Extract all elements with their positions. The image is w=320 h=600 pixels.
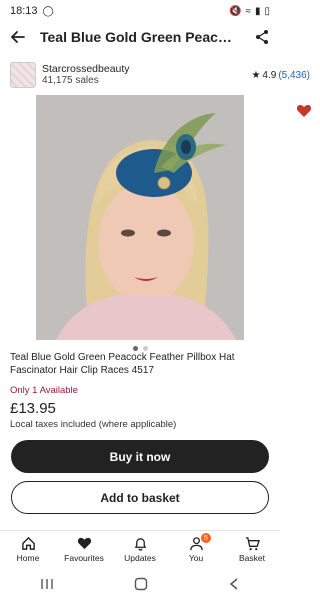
rating-value: 4.9 (262, 69, 277, 81)
image-dot[interactable] (132, 346, 138, 351)
product-title: Teal Blue Gold Green Peacock Feather Pil… (10, 352, 235, 376)
shop-name[interactable]: Starcrossedbeauty (42, 63, 130, 76)
availability-text: Only 1 Available (10, 385, 78, 396)
system-nav-bar (0, 568, 280, 600)
nav-home[interactable]: Home (0, 531, 56, 568)
system-back-icon[interactable] (228, 577, 240, 591)
buy-now-button[interactable]: Buy it now (11, 440, 269, 473)
status-bar: 18:13 ◯ 🔇 ≈ ▮ ▯ (0, 0, 280, 22)
nav-favourites-label: Favourites (64, 553, 104, 563)
status-time: 18:13 (10, 5, 38, 17)
back-arrow-icon (10, 31, 25, 43)
back-button[interactable] (8, 27, 28, 47)
share-button[interactable] (252, 27, 272, 47)
basket-icon (245, 537, 260, 551)
nav-you[interactable]: 5 You (168, 531, 224, 568)
add-to-basket-button[interactable]: Add to basket (11, 481, 269, 514)
status-icons: 🔇 ≈ ▮ ▯ (229, 6, 270, 17)
shop-header[interactable]: Starcrossedbeauty 41,175 sales ★ 4.9 (5,… (10, 58, 310, 92)
image-pagination (0, 346, 280, 351)
nav-basket-label: Basket (239, 553, 265, 563)
home-circle-icon[interactable] (134, 577, 148, 591)
whatsapp-icon: ◯ (42, 5, 54, 17)
tax-note: Local taxes included (where applicable) (10, 419, 177, 430)
nav-you-label: You (188, 553, 204, 563)
image-dot[interactable] (142, 346, 148, 351)
page-title: Teal Blue Gold Green Peacock… (40, 29, 252, 45)
signal-icon: ▮ (254, 5, 261, 17)
heart-icon (77, 537, 91, 550)
notification-badge: 5 (201, 533, 211, 543)
heart-icon (296, 105, 312, 117)
shop-rating[interactable]: ★ 4.9 (5,436) (251, 70, 310, 81)
review-count[interactable]: (5,436) (278, 70, 310, 81)
recent-apps-icon[interactable] (40, 578, 54, 590)
favourite-button[interactable] (296, 103, 312, 119)
nav-basket[interactable]: Basket (224, 531, 280, 568)
wifi-icon: ≈ (245, 5, 251, 17)
star-icon: ★ (251, 69, 261, 81)
product-photo (36, 95, 244, 340)
shop-sales: 41,175 sales (42, 75, 99, 87)
battery-icon: ▯ (264, 5, 270, 17)
nav-updates-label: Updates (124, 553, 156, 563)
mute-icon: 🔇 (229, 5, 242, 17)
share-icon (256, 30, 268, 44)
product-image[interactable] (36, 95, 244, 340)
top-app-bar: Teal Blue Gold Green Peacock… (0, 22, 280, 52)
nav-updates[interactable]: Updates (112, 531, 168, 568)
home-icon (21, 536, 35, 550)
nav-favourites[interactable]: Favourites (56, 531, 112, 568)
nav-home-label: Home (16, 553, 40, 563)
price: £13.95 (10, 400, 56, 417)
bell-icon (134, 538, 146, 551)
bottom-nav: Home Favourites Updates 5 You Basket (0, 530, 280, 568)
shop-logo[interactable] (10, 62, 36, 88)
